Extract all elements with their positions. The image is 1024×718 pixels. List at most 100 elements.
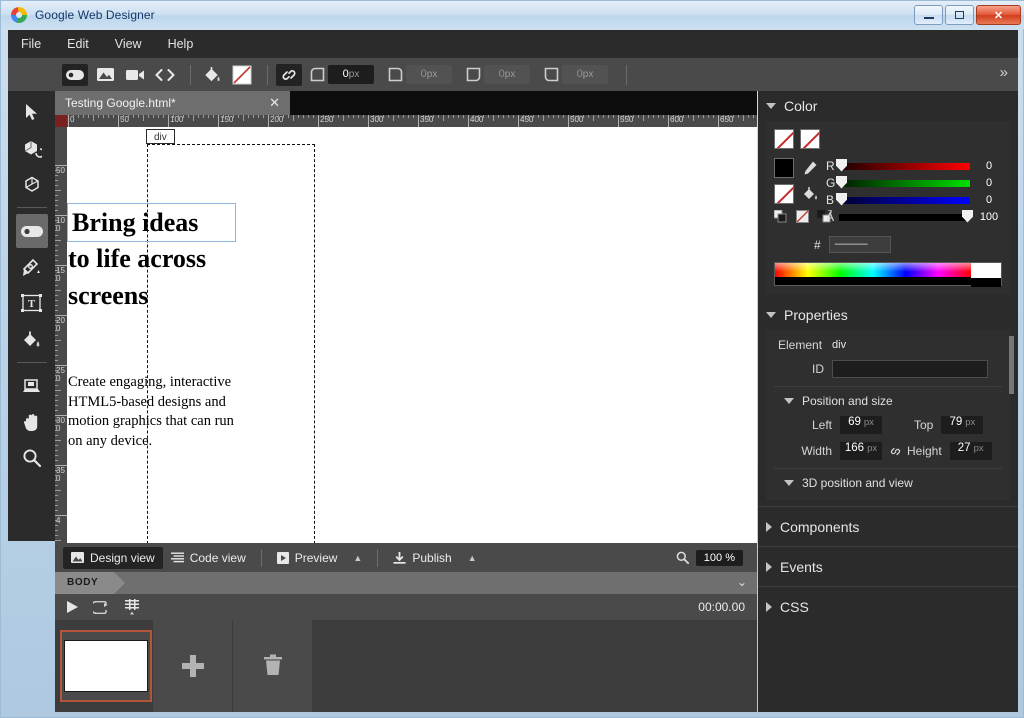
corner-radius-bottom-right-value[interactable]: 0px — [484, 65, 530, 84]
spectrum-hue-bar[interactable] — [775, 263, 971, 285]
color-spectrum-picker[interactable] — [774, 262, 1002, 287]
corner-radius-top-left-value[interactable]: 0px — [328, 65, 374, 84]
height-input[interactable]: 27 px — [949, 442, 992, 460]
swap-colors-icon[interactable] — [774, 210, 788, 223]
toolbar-overflow-button[interactable]: » — [1000, 64, 1008, 81]
close-icon[interactable]: ✕ — [269, 95, 280, 111]
ruler-tick-major — [518, 115, 519, 127]
color-panel-header[interactable]: Color — [758, 91, 1018, 121]
publish-button[interactable]: Publish — [385, 547, 459, 569]
corner-radius-top-right[interactable]: 0px — [384, 64, 458, 86]
zoom-value[interactable]: 100 % — [695, 549, 743, 566]
eyedropper-icon[interactable] — [802, 160, 818, 176]
maximize-button[interactable] — [945, 5, 974, 25]
id-input[interactable] — [832, 360, 988, 378]
delete-frame-button[interactable] — [232, 620, 312, 712]
paint-bucket-icon[interactable] — [199, 64, 225, 86]
properties-scrollbar[interactable] — [1009, 336, 1014, 394]
hex-input[interactable]: ——— — [828, 236, 891, 253]
ruler-origin-marker[interactable] — [55, 115, 67, 127]
document-tab[interactable]: Testing Google.html* ✕ — [55, 91, 290, 115]
add-frame-button[interactable] — [152, 620, 232, 712]
alpha-value[interactable]: 100 — [976, 211, 1002, 223]
ruler-tick-minor — [55, 475, 58, 476]
width-label: Width — [801, 444, 832, 458]
corner-radius-bottom-left[interactable]: 0px — [540, 64, 614, 86]
headline-remaining-text[interactable]: to life across screens — [68, 240, 243, 314]
width-input[interactable]: 166 px — [840, 442, 882, 460]
ruler-tick-minor — [158, 115, 159, 118]
stroke-swatch-none[interactable] — [800, 129, 820, 149]
menu-view[interactable]: View — [102, 30, 155, 58]
tag-div-tool-icon[interactable] — [15, 214, 48, 248]
events-section-header[interactable]: Events — [758, 546, 1018, 586]
no-stroke-swatch[interactable] — [229, 64, 255, 86]
timeline-mode-icon[interactable] — [124, 599, 142, 615]
close-button[interactable]: ✕ — [976, 5, 1021, 25]
publish-dropdown-caret[interactable]: ▲ — [460, 553, 485, 563]
green-slider-track[interactable] — [836, 175, 970, 189]
green-value[interactable]: 0 — [976, 177, 1002, 189]
triangle-down-icon — [766, 312, 776, 318]
play-icon[interactable] — [65, 600, 79, 614]
menu-help[interactable]: Help — [155, 30, 207, 58]
preview-button[interactable]: Preview — [269, 547, 346, 569]
code-tool-icon[interactable] — [152, 64, 178, 86]
element-tag-label[interactable]: div — [146, 129, 175, 144]
chevron-down-icon[interactable]: ⌄ — [737, 575, 747, 589]
corner-radius-top-left[interactable]: 0px — [306, 64, 380, 86]
alpha-slider-track[interactable] — [839, 209, 973, 223]
preview-dropdown-caret[interactable]: ▲ — [345, 553, 370, 563]
text-tool-icon[interactable]: T — [16, 286, 48, 320]
minimize-button[interactable] — [914, 5, 943, 25]
hand-tool-icon[interactable] — [16, 405, 48, 439]
vertical-ruler[interactable]: 50 100 150 200 250 300 350 4 — [55, 127, 67, 543]
stage-tool-icon[interactable] — [16, 369, 48, 403]
3d-rotate-tool-icon[interactable] — [16, 131, 48, 165]
design-canvas[interactable]: div Bring ideas to life across screens C… — [67, 127, 757, 543]
headline-selected-line[interactable]: Bring ideas — [67, 203, 236, 242]
corner-radius-bottom-right[interactable]: 0px — [462, 64, 536, 86]
properties-panel-header[interactable]: Properties — [758, 300, 1018, 330]
ruler-tick-minor — [503, 115, 504, 118]
menu-edit[interactable]: Edit — [54, 30, 102, 58]
blue-value[interactable]: 0 — [976, 194, 1002, 206]
video-tool-icon[interactable] — [122, 64, 148, 86]
no-color-icon[interactable] — [796, 210, 809, 223]
blue-slider-track[interactable] — [836, 192, 970, 206]
link-aspect-icon[interactable] — [889, 445, 902, 458]
corner-radius-bottom-left-value[interactable]: 0px — [562, 65, 608, 84]
svg-text:T: T — [28, 298, 36, 310]
solid-color-swatch[interactable] — [774, 158, 794, 178]
design-view-button[interactable]: Design view — [63, 546, 163, 569]
image-tool-icon[interactable] — [92, 64, 118, 86]
spectrum-white-black[interactable] — [971, 263, 1001, 287]
corner-radius-top-right-value[interactable]: 0px — [406, 65, 452, 84]
3d-position-section-header[interactable]: 3D position and view — [784, 476, 1002, 490]
tag-tool-icon[interactable] — [62, 63, 88, 86]
3d-translate-tool-icon[interactable] — [16, 167, 48, 201]
fill-swatch-none[interactable] — [774, 129, 794, 149]
selection-tool-icon[interactable] — [16, 95, 48, 129]
horizontal-ruler[interactable]: 0 50 100 150 200 250 300 350 400 450 500 550 600 650 — [67, 115, 757, 127]
frame-thumbnail-1[interactable] — [60, 630, 152, 702]
alpha-slider-knob[interactable] — [962, 209, 973, 223]
link-chain-icon[interactable] — [276, 63, 302, 86]
menu-file[interactable]: File — [8, 30, 54, 58]
css-section-header[interactable]: CSS — [758, 586, 1018, 626]
zoom-tool-icon[interactable] — [16, 441, 48, 475]
body-copy-text[interactable]: Create engaging, interactive HTML5-based… — [68, 373, 240, 451]
red-slider-track[interactable] — [836, 158, 970, 172]
loop-icon[interactable] — [93, 600, 110, 614]
position-size-section-header[interactable]: Position and size — [784, 394, 1002, 408]
red-value[interactable]: 0 — [976, 160, 1002, 172]
paint-bucket-small-icon[interactable] — [802, 186, 819, 202]
components-section-header[interactable]: Components — [758, 506, 1018, 546]
top-input[interactable]: 79 px — [941, 416, 984, 434]
pen-tool-icon[interactable] — [16, 250, 48, 284]
code-view-button[interactable]: Code view — [163, 547, 254, 569]
paint-bucket-tool-icon[interactable] — [16, 322, 48, 356]
left-input[interactable]: 69 px — [840, 416, 882, 434]
breadcrumb-body[interactable]: BODY — [55, 572, 126, 594]
gradient-none-swatch[interactable] — [774, 184, 794, 204]
